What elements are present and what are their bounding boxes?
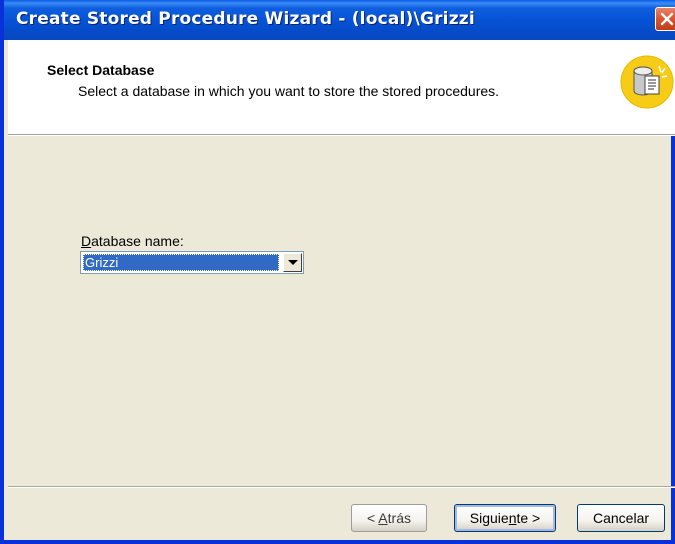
database-select[interactable]: Grizzi <box>80 251 304 274</box>
database-wizard-icon <box>620 55 674 109</box>
back-button[interactable]: < Atrás <box>351 504 427 532</box>
page-title: Select Database <box>47 62 155 78</box>
close-button[interactable] <box>655 7 675 31</box>
close-icon <box>660 12 674 26</box>
title-bar[interactable]: Create Stored Procedure Wizard - (local)… <box>4 0 675 40</box>
wizard-window: Create Stored Procedure Wizard - (local)… <box>0 0 675 544</box>
button-separator-highlight <box>8 487 675 488</box>
database-select-value: Grizzi <box>83 254 279 271</box>
next-button[interactable]: Siguiente > <box>454 504 556 532</box>
cancel-button[interactable]: Cancelar <box>577 504 665 532</box>
database-name-label: Database name: <box>81 233 184 249</box>
window-title: Create Stored Procedure Wizard - (local)… <box>16 9 475 29</box>
header-separator <box>8 135 675 136</box>
wizard-header: Select Database Select a database in whi… <box>8 40 675 135</box>
page-subtitle: Select a database in which you want to s… <box>78 83 500 99</box>
chevron-down-icon[interactable] <box>283 253 302 272</box>
